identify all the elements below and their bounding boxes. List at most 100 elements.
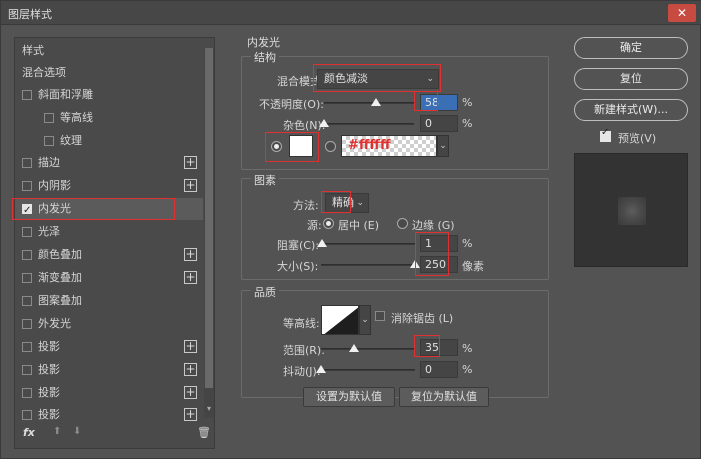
set-default-button[interactable]: 设置为默认值: [303, 387, 395, 407]
contour-dropdown-icon[interactable]: ⌄: [359, 305, 371, 335]
list-item-styles[interactable]: 样式: [15, 40, 203, 62]
ok-button[interactable]: 确定: [574, 37, 688, 59]
trash-icon[interactable]: 🗑: [197, 426, 211, 439]
list-item-color-overlay[interactable]: 颜色叠加 +: [15, 244, 203, 266]
slider-knob[interactable]: [316, 365, 326, 373]
list-item-drop-shadow[interactable]: 投影 +: [15, 382, 203, 404]
checkbox[interactable]: [22, 342, 32, 352]
layer-style-dialog: 图层样式 ✕ 样式 混合选项 斜面和浮雕 等高线 纹理 描边+ 内阴影+ 内发光…: [0, 0, 701, 459]
size-label: 大小(S):: [277, 260, 319, 273]
slider-knob[interactable]: [348, 344, 359, 352]
selection-highlight: [12, 198, 175, 220]
style-list-panel: 样式 混合选项 斜面和浮雕 等高线 纹理 描边+ 内阴影+ 内发光 光泽 颜色叠…: [12, 37, 215, 449]
structure-title: 结构: [251, 49, 279, 65]
choke-slider[interactable]: [316, 239, 415, 247]
jitter-label: 抖动(J):: [283, 365, 321, 378]
checkbox[interactable]: [44, 136, 54, 146]
reset-button[interactable]: 复位: [574, 68, 688, 90]
slider-knob[interactable]: [316, 239, 327, 247]
percent-unit: %: [462, 342, 473, 355]
gradient-preview[interactable]: #ffffff: [341, 135, 437, 157]
title-bar: 图层样式 ✕: [1, 1, 701, 25]
source-edge-label: 边缘 (G): [412, 219, 455, 232]
list-item-satin[interactable]: 光泽: [15, 221, 203, 243]
percent-unit: %: [462, 117, 473, 130]
jitter-slider[interactable]: [316, 365, 415, 373]
inner-glow-settings: 内发光 结构 混合模式: 颜色减淡 ⌄ 不透明度(O): 58 % 杂色(N): …: [229, 34, 559, 448]
highlight-box: [414, 335, 440, 357]
checkbox[interactable]: [44, 113, 54, 123]
checkbox[interactable]: [22, 181, 32, 191]
list-item-stroke[interactable]: 描边 +: [15, 152, 203, 174]
method-label: 方法:: [293, 199, 319, 212]
checkbox[interactable]: [22, 296, 32, 306]
antialias-checkbox[interactable]: [375, 311, 385, 321]
noise-slider[interactable]: [319, 119, 414, 127]
checkbox[interactable]: [22, 273, 32, 283]
list-item-drop-shadow[interactable]: 投影 +: [15, 404, 203, 426]
slider-knob[interactable]: [371, 98, 382, 106]
opacity-label: 不透明度(O):: [259, 98, 324, 111]
checkbox[interactable]: [22, 90, 32, 100]
reset-default-button[interactable]: 复位为默认值: [399, 387, 489, 407]
choke-label: 阻塞(C):: [277, 239, 319, 252]
dialog-title: 图层样式: [8, 8, 52, 21]
list-item-outer-glow[interactable]: 外发光: [15, 313, 203, 335]
checkbox[interactable]: [22, 365, 32, 375]
new-style-button[interactable]: 新建样式(W)...: [574, 99, 688, 121]
add-icon[interactable]: +: [184, 179, 197, 192]
size-slider[interactable]: [321, 260, 420, 268]
source-center-radio[interactable]: [323, 218, 334, 229]
quality-title: 品质: [251, 284, 279, 300]
add-icon[interactable]: +: [184, 386, 197, 399]
list-item-drop-shadow[interactable]: 投影 +: [15, 336, 203, 358]
list-item-gradient-overlay[interactable]: 渐变叠加 +: [15, 267, 203, 289]
style-preview: [574, 153, 688, 267]
gradient-dropdown-icon[interactable]: ⌄: [437, 135, 449, 157]
jitter-input[interactable]: 0: [420, 361, 458, 378]
highlight-box: [321, 191, 351, 213]
add-icon[interactable]: +: [184, 271, 197, 284]
contour-label: 等高线:: [283, 317, 320, 330]
highlight-box: [414, 91, 438, 111]
list-scrollbar[interactable]: ▾: [204, 48, 214, 418]
add-icon[interactable]: +: [184, 156, 197, 169]
checkbox[interactable]: [22, 410, 32, 420]
add-icon[interactable]: +: [184, 363, 197, 376]
contour-preview[interactable]: [321, 305, 359, 335]
add-icon[interactable]: +: [184, 408, 197, 421]
percent-unit: %: [462, 96, 473, 109]
gradient-radio[interactable]: [325, 141, 336, 152]
source-edge-radio[interactable]: [397, 218, 408, 229]
list-item-inner-shadow[interactable]: 内阴影 +: [15, 175, 203, 197]
move-down-icon[interactable]: ⬇: [73, 426, 81, 437]
checkbox[interactable]: [22, 388, 32, 398]
scroll-down-icon[interactable]: ▾: [204, 404, 214, 418]
range-label: 范围(R):: [283, 344, 325, 357]
list-item-pattern-overlay[interactable]: 图案叠加: [15, 290, 203, 312]
list-item-blending-options[interactable]: 混合选项: [15, 62, 203, 84]
fx-icon[interactable]: fx: [23, 426, 35, 439]
list-item-bevel-emboss[interactable]: 斜面和浮雕: [15, 84, 203, 106]
checkbox[interactable]: [22, 319, 32, 329]
color-swatch[interactable]: [289, 135, 313, 157]
range-slider[interactable]: [321, 344, 415, 352]
checkbox[interactable]: [22, 227, 32, 237]
list-item-drop-shadow[interactable]: 投影 +: [15, 359, 203, 381]
checkbox[interactable]: [22, 158, 32, 168]
highlight-box: [415, 232, 449, 276]
move-up-icon[interactable]: ⬆: [53, 426, 61, 437]
add-icon[interactable]: +: [184, 340, 197, 353]
preview-checkbox[interactable]: [600, 127, 611, 142]
percent-unit: %: [462, 237, 473, 250]
antialias-label: 消除锯齿 (L): [391, 312, 454, 325]
noise-input[interactable]: 0: [420, 115, 458, 132]
list-item-contour[interactable]: 等高线: [15, 107, 203, 129]
checkbox[interactable]: [22, 250, 32, 260]
opacity-slider[interactable]: [324, 98, 414, 106]
list-item-texture[interactable]: 纹理: [15, 130, 203, 152]
add-icon[interactable]: +: [184, 248, 197, 261]
scroll-thumb[interactable]: [205, 48, 213, 388]
slider-knob[interactable]: [319, 119, 329, 127]
close-icon[interactable]: ✕: [668, 4, 696, 22]
